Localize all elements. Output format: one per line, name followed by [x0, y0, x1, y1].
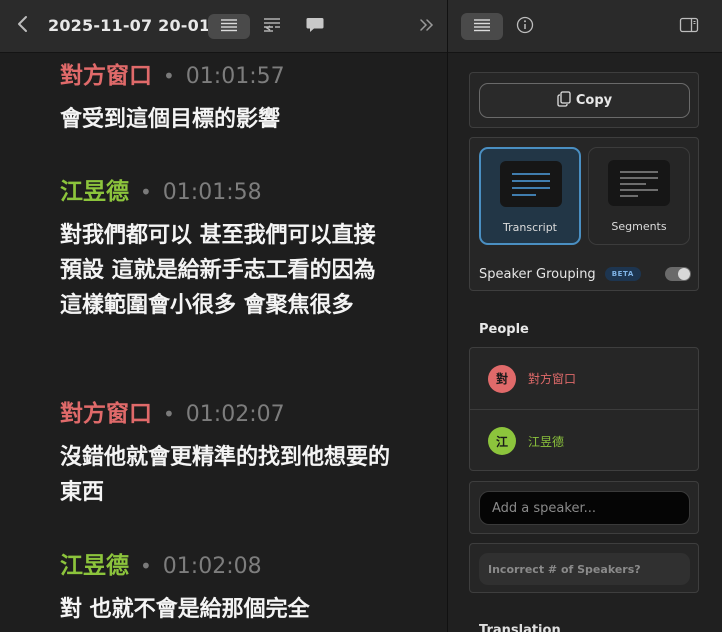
speaker-grouping-toggle[interactable]	[665, 267, 691, 281]
list-icon	[473, 17, 491, 36]
transcript-entry: 江昱德 • 01:01:58 對我們都可以 甚至我們可以直接預設 這就是給新手志…	[60, 172, 400, 323]
transcript-list: 對方窗口 • 01:01:57 會受到這個目標的影響 江昱德 • 01:01:5…	[0, 54, 447, 632]
collapse-sidebar-button[interactable]	[414, 14, 440, 39]
timestamp[interactable]: 01:02:07	[186, 402, 285, 427]
sidebar-panel-icon	[679, 17, 699, 37]
toggle-knob	[678, 268, 690, 280]
person-name: 對方窗口	[528, 372, 577, 386]
speech-bubble-icon	[305, 16, 325, 38]
timestamp[interactable]: 01:01:57	[186, 64, 285, 89]
person-name: 江昱德	[528, 434, 565, 449]
view-option-label: Segments	[611, 220, 667, 233]
separator-dot: •	[140, 554, 152, 578]
speaker-line: 江昱德 • 01:02:08	[60, 546, 400, 580]
transcript-preview-icon	[500, 161, 562, 207]
inspector-sidebar: Copy Transcript Segments Speaker Groupin…	[447, 0, 722, 632]
copy-button[interactable]: Copy	[479, 83, 690, 118]
toggle-sidebar-button[interactable]	[676, 13, 702, 40]
speaker-name[interactable]: 江昱德	[60, 172, 129, 206]
speaker-name[interactable]: 對方窗口	[60, 394, 152, 428]
separator-dot: •	[163, 402, 175, 426]
speaker-name[interactable]: 對方窗口	[60, 56, 152, 90]
copy-label: Copy	[575, 93, 613, 108]
comments-button[interactable]	[302, 14, 328, 39]
add-speaker-input[interactable]	[479, 491, 690, 525]
speaker-grouping-row: Speaker Grouping BETA	[479, 264, 691, 284]
double-chevron-right-icon	[419, 17, 435, 36]
avatar: 對	[488, 364, 516, 393]
separator-dot: •	[163, 64, 175, 88]
timestamp[interactable]: 01:02:08	[163, 554, 262, 579]
transcript-entry: 對方窗口 • 01:01:57 會受到這個目標的影響	[60, 56, 400, 137]
info-icon	[516, 16, 534, 38]
beta-badge: BETA	[604, 267, 641, 281]
utterance-text: 會受到這個目標的影響	[60, 107, 281, 132]
avatar: 江	[488, 427, 516, 455]
sidebar-details-tab[interactable]	[461, 13, 503, 40]
transcript-pane: 2025-11-07 20-01-... 對方窗口 • 01:01:57 會受到…	[0, 0, 447, 632]
back-button[interactable]	[10, 12, 36, 40]
list-icon	[220, 17, 238, 36]
segments-view-option[interactable]: Segments	[588, 147, 690, 245]
speaker-line: 對方窗口 • 01:01:57	[60, 56, 400, 90]
speaker-name[interactable]: 江昱德	[60, 546, 129, 580]
transcript-toolbar: 2025-11-07 20-01-...	[0, 0, 447, 53]
utterance-text: 對 也就不會是給那個完全	[60, 597, 310, 622]
transcript-view-button[interactable]	[208, 14, 250, 39]
transcript-view-option[interactable]: Transcript	[479, 147, 581, 245]
add-speaker-card	[469, 481, 699, 534]
speaker-line: 對方窗口 • 01:02:07	[60, 394, 400, 428]
copy-icon	[557, 90, 571, 111]
info-button[interactable]	[512, 13, 538, 40]
sidebar-toolbar	[448, 0, 722, 53]
chevron-left-icon	[17, 15, 29, 37]
utterance-text: 沒錯他就會更精準的找到他想要的東西	[60, 445, 391, 505]
people-list: 對 對方窗口 江 江昱德	[469, 347, 699, 471]
segments-view-button[interactable]	[258, 14, 286, 39]
incorrect-speakers-button[interactable]: Incorrect # of Speakers?	[479, 553, 690, 585]
copy-card: Copy	[469, 72, 699, 128]
person-item[interactable]: 江 江昱德	[470, 410, 698, 472]
separator-dot: •	[140, 180, 152, 204]
view-mode-card: Transcript Segments Speaker Grouping BET…	[469, 137, 699, 291]
transcript-entry: 對方窗口 • 01:02:07 沒錯他就會更精準的找到他想要的東西	[60, 394, 400, 510]
speaker-line: 江昱德 • 01:01:58	[60, 172, 400, 206]
segments-preview-icon	[608, 160, 670, 206]
incorrect-speakers-card: Incorrect # of Speakers?	[469, 543, 699, 593]
segments-list-icon	[262, 17, 282, 37]
view-option-label: Transcript	[503, 221, 557, 234]
speaker-grouping-label: Speaker Grouping	[479, 266, 596, 282]
person-item[interactable]: 對 對方窗口	[470, 348, 698, 410]
utterance-text: 對我們都可以 甚至我們可以直接預設 這就是給新手志工看的因為這樣範圍會小很多 會…	[60, 223, 376, 318]
transcript-entry: 江昱德 • 01:02:08 對 也就不會是給那個完全	[60, 546, 400, 627]
translation-heading: Translation	[479, 623, 561, 632]
timestamp[interactable]: 01:01:58	[163, 180, 262, 205]
people-heading: People	[479, 322, 529, 337]
